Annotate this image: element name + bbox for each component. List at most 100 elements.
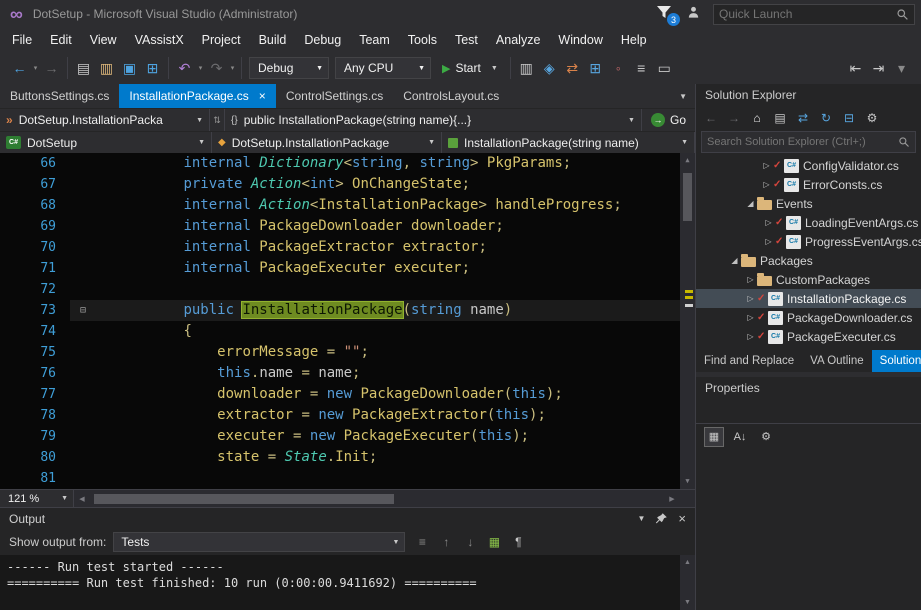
undo-icon[interactable]: ↶ [173,56,196,80]
command-window-icon[interactable]: ▭ [653,56,676,80]
quick-launch-input[interactable] [719,7,896,21]
tab-list-chevron-icon[interactable]: ▼ [679,92,695,101]
menu-debug[interactable]: Debug [295,30,350,50]
output-scrollbar[interactable]: ▲ ▼ [680,555,695,610]
scroll-up-icon[interactable]: ▲ [680,555,695,570]
tree-item-events[interactable]: ◢Events [696,194,921,213]
tab-controlslayout-cs[interactable]: ControlsLayout.cs [393,84,509,108]
code-text[interactable]: { [96,321,680,342]
code-text[interactable]: private Action<int> OnChangeState; [96,174,680,195]
code-text[interactable]: this.name = name; [96,363,680,384]
scroll-down-icon[interactable]: ▼ [680,595,695,610]
sync-with-active-document-icon[interactable]: ⇄ [792,108,814,128]
go-button[interactable]: → Go [642,109,695,131]
tree-item-configvalidator-cs[interactable]: ▷✓C#ConfigValidator.cs [696,156,921,175]
menu-tools[interactable]: Tools [399,30,446,50]
solution-platforms-dropdown[interactable]: Any CPU▼ [335,57,431,79]
code-text[interactable]: downloader = new PackageDownloader(this)… [96,384,680,405]
panel-tab-va-outline[interactable]: VA Outline [802,350,872,372]
tree-item-loadingeventargs-cs[interactable]: ▷✓C#LoadingEventArgs.cs [696,213,921,232]
scrollbar-thumb[interactable] [94,494,394,504]
breakpoints-icon[interactable]: ◦ [607,56,630,80]
menu-edit[interactable]: Edit [41,30,81,50]
code-text[interactable]: state = State.Init; [96,447,680,468]
refresh-icon[interactable]: ↻ [815,108,837,128]
expander-icon[interactable]: ▷ [762,218,775,227]
fold-marker[interactable]: ⊟ [70,300,96,321]
alphabetical-icon[interactable]: A↓ [730,427,750,447]
menu-project[interactable]: Project [193,30,250,50]
sync-icon[interactable]: ⇄ [561,56,584,80]
property-pages-icon[interactable]: ⚙ [756,427,776,447]
navigate-backward-alt-icon[interactable]: ⇤ [844,56,867,80]
member-dropdown[interactable]: InstallationPackage(string name) ▼ [442,132,695,153]
nav-forward-icon[interactable]: → [40,56,63,80]
tree-item-packages[interactable]: ◢Packages [696,251,921,270]
code-editor[interactable]: 66 internal Dictionary<string, string> P… [0,153,695,489]
find-in-files-icon[interactable]: ▥ [515,56,538,80]
prev-message-icon[interactable]: ↑ [436,535,456,549]
open-file-icon[interactable]: ▥ [95,56,118,80]
expander-icon[interactable]: ▷ [762,237,775,246]
tree-item-custompackages[interactable]: ▷CustomPackages [696,270,921,289]
project-dropdown[interactable]: C# DotSetup ▼ [0,132,212,153]
expander-icon[interactable]: ▷ [760,161,773,170]
quick-launch-box[interactable] [713,4,915,25]
menu-vassistx[interactable]: VAssistX [126,30,193,50]
tree-item-installationpackage-cs[interactable]: ▷✓C#InstallationPackage.cs [696,289,921,308]
expander-icon[interactable]: ▷ [744,332,757,341]
notifications-icon[interactable]: 3 [656,5,674,23]
code-text[interactable]: errorMessage = ""; [96,342,680,363]
tree-item-packagedownloader-cs[interactable]: ▷✓C#PackageDownloader.cs [696,308,921,327]
switch-views-icon[interactable]: ▤ [769,108,791,128]
tab-buttonssettings-cs[interactable]: ButtonsSettings.cs [0,84,119,108]
word-wrap-icon[interactable]: ¶ [508,535,528,549]
panel-tab-find-and-replace[interactable]: Find and Replace [696,350,802,372]
expander-icon[interactable]: ▷ [744,313,757,322]
window-position-icon[interactable]: ▼ [637,514,645,523]
output-text[interactable]: ------ Run test started ------==========… [0,555,680,610]
immediate-window-icon[interactable]: ≡ [630,56,653,80]
definition-spinner[interactable]: ⇅ [210,109,225,131]
expander-icon[interactable]: ▷ [760,180,773,189]
menu-view[interactable]: View [81,30,126,50]
menu-help[interactable]: Help [612,30,656,50]
code-text[interactable] [96,279,680,300]
scroll-up-icon[interactable]: ▲ [680,153,695,168]
chevron-down-icon[interactable]: ▾ [31,56,40,80]
messages-list-icon[interactable]: ≡ [412,535,432,549]
categorized-icon[interactable]: ▦ [704,427,724,447]
clear-all-icon[interactable]: ▦ [484,535,504,549]
scroll-left-icon[interactable]: ◀ [74,490,90,507]
menu-analyze[interactable]: Analyze [487,30,549,50]
menu-team[interactable]: Team [350,30,399,50]
scroll-right-icon[interactable]: ▶ [664,490,680,507]
chevron-down-icon[interactable]: ▾ [196,56,205,80]
collapse-all-icon[interactable]: ⊟ [838,108,860,128]
code-text[interactable]: executer = new PackageExecuter(this); [96,426,680,447]
output-source-dropdown[interactable]: Tests ▼ [113,532,405,552]
home-icon[interactable]: ⌂ [746,108,768,128]
scrollbar-thumb[interactable] [683,173,692,221]
menu-file[interactable]: File [3,30,41,50]
expander-icon[interactable]: ▷ [744,294,757,303]
code-text[interactable]: internal Dictionary<string, string> PkgP… [96,153,680,174]
code-text[interactable]: internal PackageExtractor extractor; [96,237,680,258]
code-text[interactable]: public InstallationPackage(string name) [96,300,680,321]
new-file-icon[interactable]: ▤ [72,56,95,80]
menu-window[interactable]: Window [549,30,611,50]
context-dropdown[interactable]: » DotSetup.InstallationPacka ▼ [0,109,210,131]
menu-build[interactable]: Build [250,30,296,50]
save-all-icon[interactable]: ⊞ [141,56,164,80]
tab-installationpackage-cs[interactable]: InstallationPackage.cs× [119,84,275,108]
solution-search-box[interactable] [701,131,916,153]
properties-icon[interactable]: ⚙ [861,108,883,128]
toolbar-options-icon[interactable]: ▾ [890,56,913,80]
save-icon[interactable]: ▣ [118,56,141,80]
back-icon[interactable]: ← [700,108,722,128]
definition-dropdown[interactable]: {} public InstallationPackage(string nam… [225,109,642,131]
chevron-down-icon[interactable]: ▾ [228,56,237,80]
test-explorer-icon[interactable]: ◈ [538,56,561,80]
tab-close-icon[interactable]: × [259,89,266,103]
code-text[interactable]: internal PackageDownloader downloader; [96,216,680,237]
